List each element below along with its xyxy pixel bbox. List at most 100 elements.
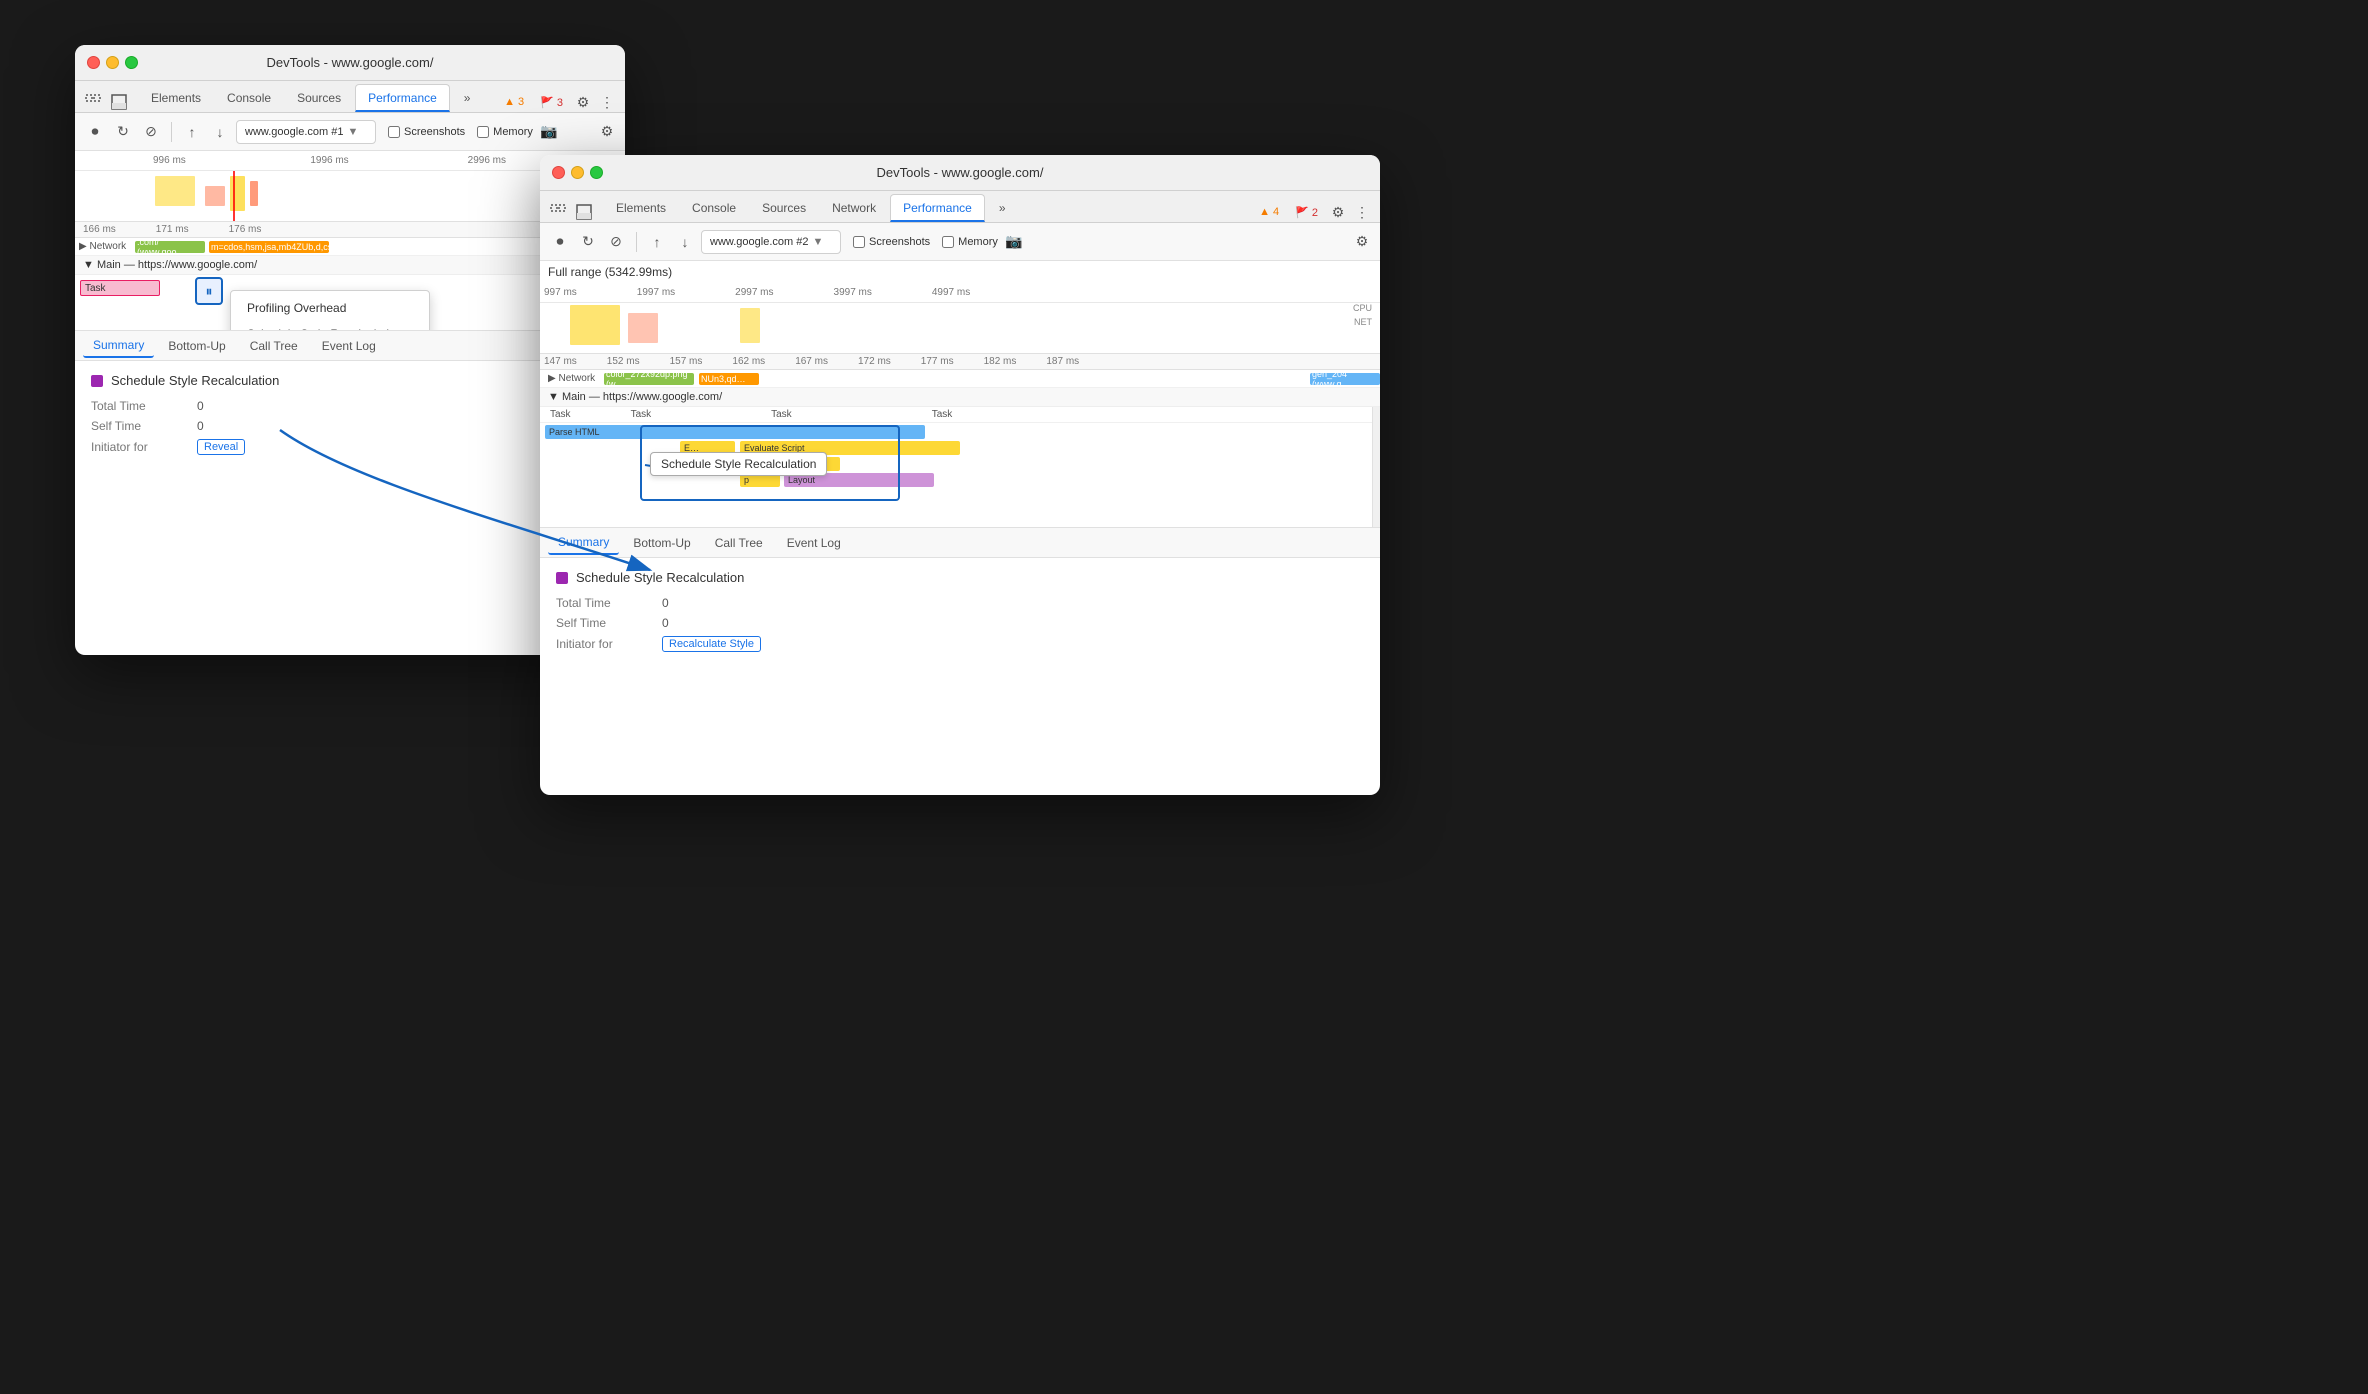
tab-call-tree-1[interactable]: Call Tree bbox=[240, 335, 308, 357]
download-button-2[interactable]: ↓ bbox=[673, 230, 697, 254]
screenshots-checkbox-2[interactable] bbox=[853, 236, 865, 248]
clear-button-1[interactable]: ⊘ bbox=[139, 120, 163, 144]
maximize-button-1[interactable] bbox=[125, 56, 138, 69]
cpu-bar-2c bbox=[740, 308, 760, 343]
devtools-icon-1 bbox=[83, 92, 103, 112]
nav-tabs-1: Elements Console Sources Performance » ▲… bbox=[75, 81, 625, 113]
tab-bottom-up-1[interactable]: Bottom-Up bbox=[158, 335, 235, 357]
close-button-1[interactable] bbox=[87, 56, 100, 69]
tab-console-1[interactable]: Console bbox=[215, 84, 283, 112]
toolbar-1: ⏺ ↻ ⊘ ↑ ↓ www.google.com #1 ▼ Screenshot… bbox=[75, 113, 625, 151]
flame-chart-2[interactable]: Task Task Task Task Parse HTML Evaluate … bbox=[540, 407, 1380, 527]
tab-network-2[interactable]: Network bbox=[820, 194, 888, 222]
self-time-value-1: 0 bbox=[197, 419, 204, 433]
settings-icon-1[interactable]: ⚙ bbox=[573, 92, 593, 112]
pause-icon-1: ⏸ bbox=[206, 283, 213, 300]
recalculate-style-button-2[interactable]: Recalculate Style bbox=[662, 636, 761, 652]
more-icon-2[interactable]: ⋮ bbox=[1352, 202, 1372, 222]
network-bar-file-2: color_272x92dp.png (w… bbox=[604, 373, 694, 385]
total-time-value-2: 0 bbox=[662, 596, 669, 610]
screenshots-group-2: Screenshots bbox=[853, 236, 930, 248]
tab-performance-2[interactable]: Performance bbox=[890, 194, 985, 222]
close-button-2[interactable] bbox=[552, 166, 565, 179]
cpu-bar-2 bbox=[205, 186, 225, 206]
menu-schedule-style-1[interactable]: Schedule Style Recalculation bbox=[231, 321, 429, 330]
reload-button-1[interactable]: ↻ bbox=[111, 120, 135, 144]
tab-sources-2[interactable]: Sources bbox=[750, 194, 818, 222]
ruler-mark-996: 996 ms bbox=[83, 155, 310, 166]
upload-button-2[interactable]: ↑ bbox=[645, 230, 669, 254]
minimize-button-2[interactable] bbox=[571, 166, 584, 179]
network-bar-right-2: gen_204 (www.g bbox=[1310, 373, 1380, 385]
capture-icon-1[interactable]: 📷 bbox=[537, 120, 561, 144]
tab-console-2[interactable]: Console bbox=[680, 194, 748, 222]
warning-yellow-1: ▲ 3 bbox=[498, 94, 530, 110]
settings-icon-toolbar-2[interactable]: ⚙ bbox=[1352, 232, 1372, 252]
dm-176: 176 ms bbox=[229, 224, 262, 235]
parse-html-bar: Parse HTML bbox=[545, 425, 925, 439]
tab-call-tree-2[interactable]: Call Tree bbox=[705, 532, 773, 554]
tab-summary-2[interactable]: Summary bbox=[548, 531, 619, 555]
upload-button-1[interactable]: ↑ bbox=[180, 120, 204, 144]
tab-more-2[interactable]: » bbox=[987, 194, 1018, 222]
title-bar-2: DevTools - www.google.com/ bbox=[540, 155, 1380, 191]
reload-button-2[interactable]: ↻ bbox=[576, 230, 600, 254]
maximize-button-2[interactable] bbox=[590, 166, 603, 179]
tab-summary-1[interactable]: Summary bbox=[83, 334, 154, 358]
tab-event-log-1[interactable]: Event Log bbox=[312, 335, 386, 357]
cpu-bar-1 bbox=[155, 176, 195, 206]
summary-panel-2: Schedule Style Recalculation Total Time … bbox=[540, 558, 1380, 667]
reveal-button-1[interactable]: Reveal bbox=[197, 439, 245, 455]
dm2-147: 147 ms bbox=[544, 356, 577, 367]
network-label-2: ▶ Network bbox=[544, 373, 604, 384]
memory-checkbox-2[interactable] bbox=[942, 236, 954, 248]
summary-title-2: Schedule Style Recalculation bbox=[556, 570, 1364, 585]
tab-performance-1[interactable]: Performance bbox=[355, 84, 450, 112]
capture-icon-2[interactable]: 📷 bbox=[1002, 230, 1026, 254]
record-button-1[interactable]: ⏺ bbox=[83, 120, 107, 144]
pause-icon-box-1[interactable]: ⏸ bbox=[195, 277, 223, 305]
network-bar-url2-2: NUn3,qd… bbox=[699, 373, 759, 385]
network-bar-params-1: m=cdos,hsm,jsa,mb4ZUb,d,csi,cEt9… bbox=[209, 241, 329, 253]
tab-more-1[interactable]: » bbox=[452, 84, 483, 112]
cpu-bar-2b bbox=[628, 313, 658, 343]
detail-ruler-2: 147 ms 152 ms 157 ms 162 ms 167 ms 172 m… bbox=[540, 354, 1380, 370]
timeline-marker-1 bbox=[233, 171, 235, 221]
event-color-swatch-2 bbox=[556, 572, 568, 584]
tab-event-log-2[interactable]: Event Log bbox=[777, 532, 851, 554]
record-button-2[interactable]: ⏺ bbox=[548, 230, 572, 254]
scrollbar-2[interactable] bbox=[1372, 407, 1380, 527]
ruler-mark-4997: 4997 ms bbox=[932, 287, 970, 298]
more-icon-1[interactable]: ⋮ bbox=[597, 92, 617, 112]
dm2-157: 157 ms bbox=[670, 356, 703, 367]
initiator-row-1: Initiator for Reveal bbox=[91, 436, 609, 458]
minimize-button-1[interactable] bbox=[106, 56, 119, 69]
url-bar-2[interactable]: www.google.com #2 ▼ bbox=[701, 230, 841, 254]
task-bar-main-1[interactable]: Task bbox=[80, 280, 160, 296]
separator-1 bbox=[171, 122, 172, 142]
clear-button-2[interactable]: ⊘ bbox=[604, 230, 628, 254]
tab-elements-1[interactable]: Elements bbox=[139, 84, 213, 112]
window-title-1: DevTools - www.google.com/ bbox=[267, 55, 434, 70]
traffic-lights-1 bbox=[87, 56, 138, 69]
tab-bottom-up-2[interactable]: Bottom-Up bbox=[623, 532, 700, 554]
task-label-3: Task bbox=[771, 409, 792, 420]
screenshots-checkbox-1[interactable] bbox=[388, 126, 400, 138]
screenshots-group-1: Screenshots bbox=[388, 126, 465, 138]
url-bar-1[interactable]: www.google.com #1 ▼ bbox=[236, 120, 376, 144]
menu-profiling-overhead-1[interactable]: Profiling Overhead bbox=[231, 295, 429, 321]
profiling-menu-1: Profiling Overhead Schedule Style Recalc… bbox=[230, 290, 430, 330]
tab-elements-2[interactable]: Elements bbox=[604, 194, 678, 222]
cpu-bar-4 bbox=[250, 181, 258, 206]
settings-icon-2[interactable]: ⚙ bbox=[1328, 202, 1348, 222]
self-time-label-1: Self Time bbox=[91, 419, 181, 433]
memory-group-1: Memory bbox=[477, 126, 533, 138]
settings-icon-toolbar-1[interactable]: ⚙ bbox=[597, 122, 617, 142]
memory-checkbox-1[interactable] bbox=[477, 126, 489, 138]
cpu-label-2: CPU bbox=[1353, 303, 1372, 313]
full-range-2: Full range (5342.99ms) bbox=[540, 261, 1380, 283]
task-label-1: Task bbox=[550, 409, 571, 420]
tab-sources-1[interactable]: Sources bbox=[285, 84, 353, 112]
warning-red-2: 🚩 2 bbox=[1289, 204, 1324, 221]
download-button-1[interactable]: ↓ bbox=[208, 120, 232, 144]
